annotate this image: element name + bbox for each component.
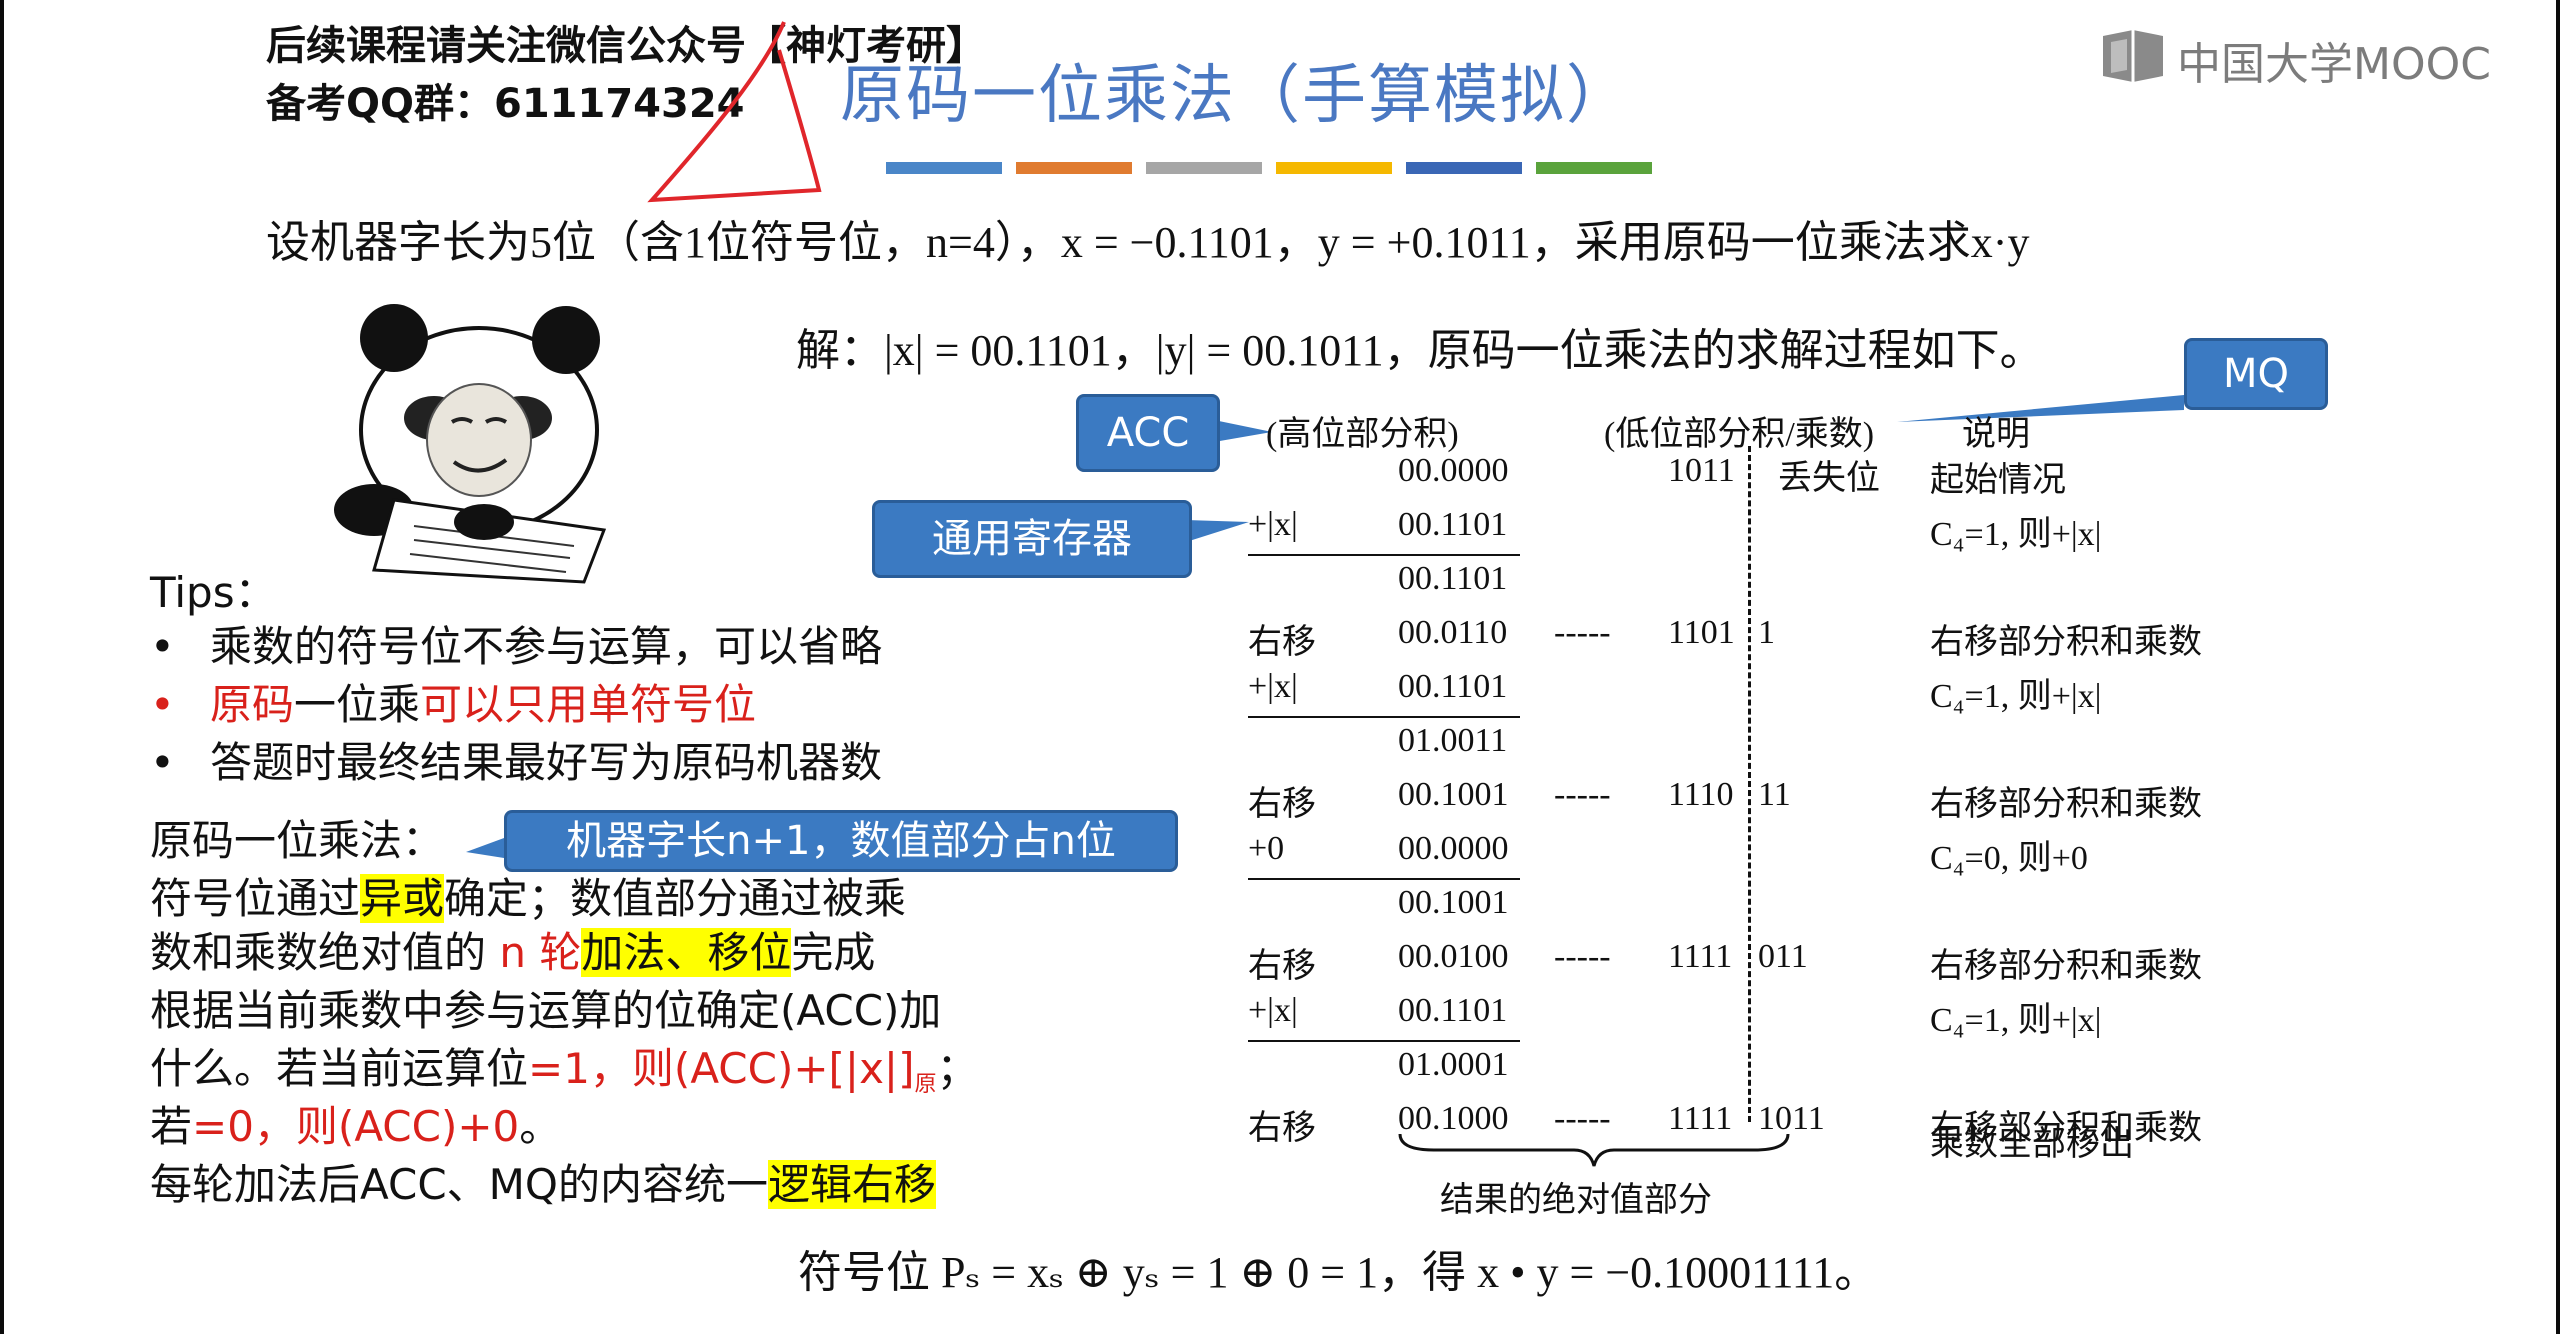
method-red-subscript: 原 <box>914 1072 937 1097</box>
table-op: +|x| <box>1248 992 1298 1029</box>
addition-rule <box>1248 1040 1520 1042</box>
table-op: +|x| <box>1248 506 1298 543</box>
table-note: 右移部分积和乘数 <box>1930 948 2202 985</box>
tips-item-3: • 答题时最终结果最好写为原码机器数 <box>150 734 882 792</box>
method-text: 确定；数值部分通过被乘 <box>444 874 907 923</box>
tips-item-1-text: 乘数的符号位不参与运算，可以省略 <box>210 622 883 671</box>
table-note: C₄=0, 则+0 <box>1930 840 2088 877</box>
result-label: 结果的绝对值部分 <box>1440 1182 1712 1219</box>
tips-item-2-a: 原码 <box>210 680 295 729</box>
addition-rule <box>1248 878 1520 880</box>
table-mq-left: 1011 <box>1668 452 1735 489</box>
table-acc-value: 00.0110 <box>1398 614 1508 651</box>
method-line-4: 根据当前乘数中参与运算的位确定(ACC)加 <box>150 986 942 1035</box>
table-acc-value: 00.1101 <box>1398 560 1508 597</box>
method-text: 完成 <box>791 928 876 977</box>
method-highlight: 逻辑右移 <box>767 1160 936 1209</box>
final-result: 符号位 Pₛ = xₛ ⊕ yₛ = 1 ⊕ 0 = 1，得 x • y = −… <box>798 1248 1879 1297</box>
result-brace <box>1398 1133 1790 1167</box>
tips-heading: Tips： <box>150 568 277 617</box>
table-note: C₄=1, 则+|x| <box>1930 516 2102 553</box>
callout-general-register: 通用寄存器 <box>872 500 1192 578</box>
table-note: C₄=1, 则+|x| <box>1930 1002 2102 1039</box>
table-op: 右移 <box>1248 1110 1316 1147</box>
method-line-2: 符号位通过异或确定；数值部分通过被乘 <box>150 870 906 928</box>
callout-acc: ACC <box>1076 394 1220 472</box>
method-line-7: 每轮加法后ACC、MQ的内容统一逻辑右移 <box>150 1156 936 1214</box>
table-op: +|x| <box>1248 668 1298 705</box>
callout-mq: MQ <box>2184 338 2328 410</box>
method-text: 符号位通过 <box>150 874 361 923</box>
table-mq-left: 1110 <box>1668 776 1734 813</box>
table-acc-value: 00.1001 <box>1398 776 1509 813</box>
header-low-partial: (低位部分积/乘数) <box>1604 416 1875 453</box>
table-op: 右移 <box>1248 948 1316 985</box>
callout-word-length: 机器字长n+1，数值部分占n位 <box>504 810 1178 872</box>
tips-item-2: • 原码一位乘可以只用单符号位 <box>150 676 756 734</box>
table-op: +0 <box>1248 830 1285 867</box>
addition-rule <box>1248 554 1520 556</box>
method-red-text: =1，则(ACC)+[|x|] <box>528 1044 915 1093</box>
shift-dashes: ----- <box>1554 938 1611 975</box>
table-acc-value: 00.0100 <box>1398 938 1509 975</box>
tips-item-1: • 乘数的符号位不参与运算，可以省略 <box>150 618 882 676</box>
lost-bit-divider <box>1748 446 1751 1122</box>
method-line-6: 若=0，则(ACC)+0。 <box>150 1098 561 1156</box>
table-note: 右移部分积和乘数 <box>1930 786 2202 823</box>
table-note: 起始情况 <box>1930 462 2066 499</box>
method-heading: 原码一位乘法： <box>150 816 445 865</box>
table-mq-right: 1 <box>1758 614 1775 651</box>
table-note-final: 乘数全部移出 <box>1930 1126 2134 1163</box>
table-acc-value: 00.1001 <box>1398 884 1509 921</box>
table-mq-left: 1101 <box>1668 614 1735 651</box>
shift-dashes: ----- <box>1554 776 1611 813</box>
shift-dashes: ----- <box>1554 614 1611 651</box>
table-mq-right: 11 <box>1758 776 1791 813</box>
method-text: 。 <box>519 1102 562 1151</box>
table-acc-value: 00.1101 <box>1398 506 1508 543</box>
slide: 后续课程请关注微信公众号【神灯考研】 备考QQ群：611174324 中国大学M… <box>4 0 2556 1334</box>
header-note: 说明 <box>1962 416 2030 453</box>
table-acc-value: 00.1101 <box>1398 668 1508 705</box>
table-note: 右移部分积和乘数 <box>1930 624 2202 661</box>
method-text: 每轮加法后ACC、MQ的内容统一 <box>150 1160 768 1209</box>
table-acc-value: 00.1101 <box>1398 992 1508 1029</box>
header-high-partial: (高位部分积) <box>1266 416 1459 453</box>
table-acc-value: 00.0000 <box>1398 830 1509 867</box>
tips-item-2-c: 可以只用单符号位 <box>420 680 757 729</box>
bullet-icon: • <box>150 622 175 671</box>
table-acc-value: 01.0001 <box>1398 1046 1509 1083</box>
table-mq-right: 011 <box>1758 938 1808 975</box>
tips-item-3-text: 答题时最终结果最好写为原码机器数 <box>210 738 883 787</box>
addition-rule <box>1248 716 1520 718</box>
method-text: 数和乘数绝对值的 <box>150 928 487 977</box>
table-acc-value: 00.0000 <box>1398 452 1509 489</box>
method-highlight: 加法、移位 <box>581 928 792 977</box>
lost-bit-label: 丢失位 <box>1778 460 1880 497</box>
method-red-text: =0，则(ACC)+0 <box>192 1102 520 1151</box>
bullet-icon: • <box>150 738 175 787</box>
table-acc-value: 01.0011 <box>1398 722 1508 759</box>
tips-item-2-b: 一位乘 <box>294 680 421 729</box>
bullet-icon: • <box>150 680 175 729</box>
table-note: C₄=1, 则+|x| <box>1930 678 2102 715</box>
table-op: 右移 <box>1248 786 1316 823</box>
method-text: 若 <box>150 1102 193 1151</box>
method-text: ； <box>936 1044 979 1093</box>
method-text: 什么。若当前运算位 <box>150 1044 529 1093</box>
method-red-text: n 轮 <box>486 928 582 977</box>
table-op: 右移 <box>1248 624 1316 661</box>
method-highlight: 异或 <box>360 874 445 923</box>
table-mq-left: 1111 <box>1668 938 1733 975</box>
method-line-3: 数和乘数绝对值的 n 轮加法、移位完成 <box>150 924 875 982</box>
